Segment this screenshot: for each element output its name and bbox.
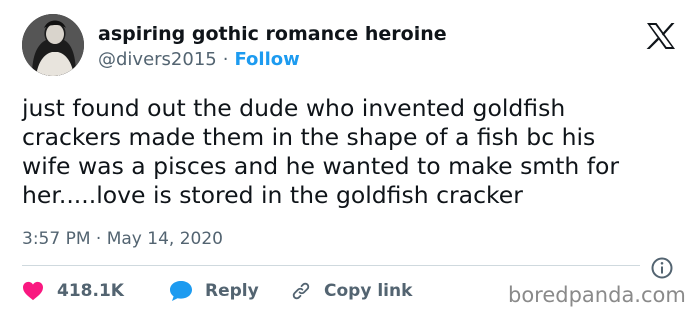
author-display-name[interactable]: aspiring gothic romance heroine <box>98 23 447 45</box>
reply-bubble-icon <box>170 281 192 301</box>
tweet-text: just found out the dude who invented gol… <box>22 94 620 209</box>
copy-link-label: Copy link <box>324 281 413 301</box>
reply-label: Reply <box>205 281 259 301</box>
heart-icon <box>23 281 43 301</box>
divider <box>22 265 640 266</box>
avatar[interactable] <box>22 14 84 76</box>
reply-button[interactable]: Reply <box>169 279 259 303</box>
watermark: boredpanda.com <box>508 283 686 307</box>
separator: · <box>222 49 229 70</box>
x-logo-icon[interactable] <box>646 22 676 50</box>
like-button[interactable]: 418.1K <box>22 279 124 303</box>
author-handle[interactable]: @divers2015 <box>98 49 217 70</box>
copy-link-button[interactable]: Copy link <box>290 279 412 303</box>
link-icon <box>292 282 310 300</box>
like-count: 418.1K <box>57 281 124 301</box>
tweet-card: aspiring gothic romance heroine @divers2… <box>0 0 700 318</box>
follow-button[interactable]: Follow <box>234 49 299 70</box>
info-icon[interactable] <box>650 256 674 280</box>
tweet-timestamp[interactable]: 3:57 PM · May 14, 2020 <box>22 229 223 249</box>
author-meta: @divers2015 · Follow <box>98 49 300 70</box>
avatar-photo <box>22 14 84 76</box>
